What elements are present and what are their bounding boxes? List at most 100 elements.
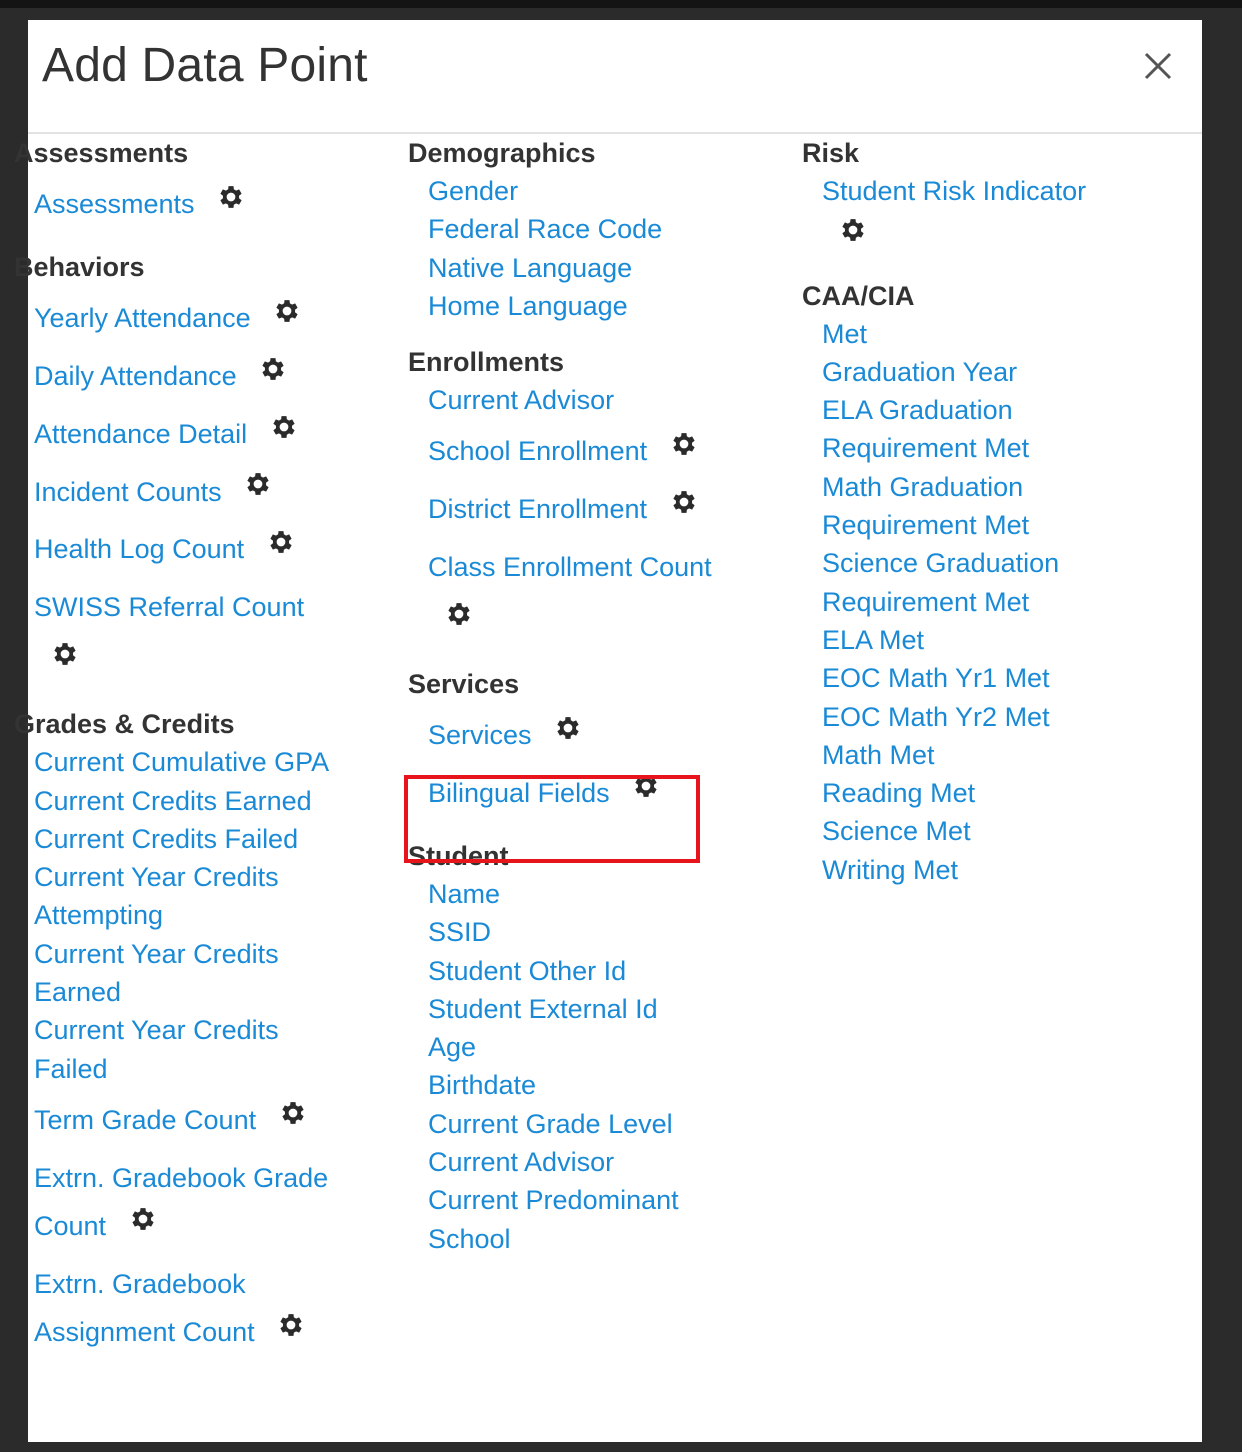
list-item: Home Language bbox=[428, 287, 788, 325]
data-point-link[interactable]: Science Graduation Requirement Met bbox=[822, 548, 1059, 616]
data-point-link[interactable]: District Enrollment bbox=[428, 494, 647, 524]
gear-icon[interactable] bbox=[128, 1201, 158, 1249]
list-item: ELA Met bbox=[822, 621, 1082, 659]
data-point-link[interactable]: Current Credits Earned bbox=[34, 786, 312, 816]
data-point-link[interactable]: Science Met bbox=[822, 816, 971, 846]
gear-icon[interactable] bbox=[838, 215, 1162, 255]
gear-icon[interactable] bbox=[444, 596, 788, 644]
data-point-link[interactable]: Age bbox=[428, 1032, 476, 1062]
list-item: Current Credits Failed bbox=[34, 820, 394, 858]
gear-icon[interactable] bbox=[553, 710, 583, 758]
section-title: Risk bbox=[802, 138, 860, 168]
section-title: CAA/CIA bbox=[802, 280, 915, 311]
list-item: District Enrollment bbox=[428, 485, 788, 535]
data-point-link[interactable]: Class Enrollment Count bbox=[428, 552, 712, 582]
data-point-link[interactable]: Met bbox=[822, 319, 867, 349]
data-point-link[interactable]: Student External Id bbox=[428, 994, 658, 1024]
data-point-link[interactable]: Term Grade Count bbox=[34, 1105, 256, 1135]
data-point-link[interactable]: ELA Met bbox=[822, 625, 924, 655]
list-item: Health Log Count bbox=[34, 525, 394, 575]
list-item: Current Grade Level bbox=[428, 1105, 788, 1143]
gear-icon[interactable] bbox=[216, 179, 246, 227]
data-point-link[interactable]: Current Year Credits Failed bbox=[34, 1015, 279, 1083]
list-item: Current Year Credits Failed bbox=[34, 1011, 314, 1088]
data-point-link[interactable]: Current Year Credits Earned bbox=[34, 939, 279, 1007]
list-item: Current Year Credits Attempting bbox=[34, 858, 314, 935]
list-item: SWISS Referral Count bbox=[34, 583, 394, 687]
data-point-link[interactable]: Graduation Year bbox=[822, 357, 1017, 387]
data-point-link[interactable]: Current Year Credits Attempting bbox=[34, 862, 279, 930]
section-assessments: Assessments Assessments bbox=[14, 134, 394, 230]
data-point-link[interactable]: EOC Math Yr2 Met bbox=[822, 702, 1050, 732]
gear-icon[interactable] bbox=[243, 466, 273, 514]
gear-icon[interactable] bbox=[276, 1307, 306, 1355]
data-point-link[interactable]: Math Graduation Requirement Met bbox=[822, 472, 1029, 540]
list-item: Writing Met bbox=[822, 851, 1082, 889]
data-point-link[interactable]: Gender bbox=[428, 176, 518, 206]
gear-icon[interactable] bbox=[50, 636, 394, 684]
data-point-link[interactable]: Current Advisor bbox=[428, 385, 614, 415]
section-title: Enrollments bbox=[408, 347, 565, 378]
data-point-link[interactable]: Current Grade Level bbox=[428, 1109, 673, 1139]
data-point-link[interactable]: Student Risk Indicator bbox=[822, 176, 1086, 206]
data-point-link[interactable]: Current Credits Failed bbox=[34, 824, 298, 854]
list-item: Incident Counts bbox=[34, 468, 394, 518]
list-item: EOC Math Yr1 Met bbox=[822, 659, 1082, 697]
data-point-link[interactable]: SWISS Referral Count bbox=[34, 592, 304, 622]
gear-icon[interactable] bbox=[258, 351, 288, 399]
data-point-link[interactable]: EOC Math Yr1 Met bbox=[822, 663, 1050, 693]
list-item: Math Graduation Requirement Met bbox=[822, 468, 1082, 545]
gear-icon[interactable] bbox=[266, 524, 296, 572]
data-point-link[interactable]: Reading Met bbox=[822, 778, 975, 808]
data-point-link[interactable]: Attendance Detail bbox=[34, 419, 247, 449]
list-item: Services bbox=[428, 711, 788, 761]
list-item: School Enrollment bbox=[428, 427, 788, 477]
data-point-link[interactable]: Incident Counts bbox=[34, 477, 222, 507]
list-item: Reading Met bbox=[822, 774, 1082, 812]
data-point-link[interactable]: ELA Graduation Requirement Met bbox=[822, 395, 1029, 463]
section-student: Student Name SSID Student Other Id Stude… bbox=[408, 837, 788, 1258]
section-grades-credits: Grades & Credits Current Cumulative GPA … bbox=[14, 705, 394, 1357]
list-item: Current Year Credits Earned bbox=[34, 935, 314, 1012]
data-point-link[interactable]: SSID bbox=[428, 917, 491, 947]
list-item: Current Advisor bbox=[428, 1143, 788, 1181]
data-point-link[interactable]: Current Predominant School bbox=[428, 1185, 679, 1253]
section-title: Assessments bbox=[14, 138, 189, 168]
data-point-link[interactable]: Student Other Id bbox=[428, 956, 626, 986]
gear-icon[interactable] bbox=[278, 1095, 308, 1143]
data-point-link[interactable]: Birthdate bbox=[428, 1070, 536, 1100]
data-point-link[interactable]: Daily Attendance bbox=[34, 361, 237, 391]
list-item: Yearly Attendance bbox=[34, 294, 394, 344]
data-point-link[interactable]: Home Language bbox=[428, 291, 628, 321]
data-point-link[interactable]: Current Advisor bbox=[428, 1147, 614, 1177]
section-title: Grades & Credits bbox=[14, 709, 235, 740]
list-item: Attendance Detail bbox=[34, 410, 394, 460]
section-title: Demographics bbox=[408, 138, 596, 168]
gear-icon[interactable] bbox=[669, 426, 699, 474]
data-point-link[interactable]: Math Met bbox=[822, 740, 935, 770]
gear-icon[interactable] bbox=[669, 484, 699, 532]
gear-icon[interactable] bbox=[272, 293, 302, 341]
list-item: ELA Graduation Requirement Met bbox=[822, 391, 1082, 468]
list-item: Current Cumulative GPA bbox=[34, 743, 394, 781]
data-point-link[interactable]: Current Cumulative GPA bbox=[34, 747, 329, 777]
section-behaviors: Behaviors Yearly Attendance Daily Attend… bbox=[14, 248, 394, 687]
data-point-link[interactable]: Name bbox=[428, 879, 500, 909]
section-enrollments: Enrollments Current Advisor School Enrol… bbox=[408, 343, 788, 647]
list-item: Name bbox=[428, 875, 788, 913]
data-point-link[interactable]: Assessments bbox=[34, 189, 195, 219]
data-point-link[interactable]: Yearly Attendance bbox=[34, 303, 251, 333]
data-point-link[interactable]: Extrn. Gradebook Grade Count bbox=[34, 1163, 328, 1241]
data-point-link[interactable]: Services bbox=[428, 720, 532, 750]
section-title: Services bbox=[408, 669, 520, 700]
data-point-link[interactable]: Native Language bbox=[428, 253, 632, 283]
data-point-link[interactable]: Extrn. Gradebook Assignment Count bbox=[34, 1269, 255, 1347]
list-item: Birthdate bbox=[428, 1066, 788, 1104]
data-point-link[interactable]: School Enrollment bbox=[428, 436, 647, 466]
list-item: Daily Attendance bbox=[34, 352, 394, 402]
data-point-link[interactable]: Writing Met bbox=[822, 855, 958, 885]
data-point-link[interactable]: Federal Race Code bbox=[428, 214, 662, 244]
data-point-link[interactable]: Health Log Count bbox=[34, 534, 244, 564]
close-icon[interactable] bbox=[1138, 46, 1178, 86]
gear-icon[interactable] bbox=[269, 409, 299, 457]
